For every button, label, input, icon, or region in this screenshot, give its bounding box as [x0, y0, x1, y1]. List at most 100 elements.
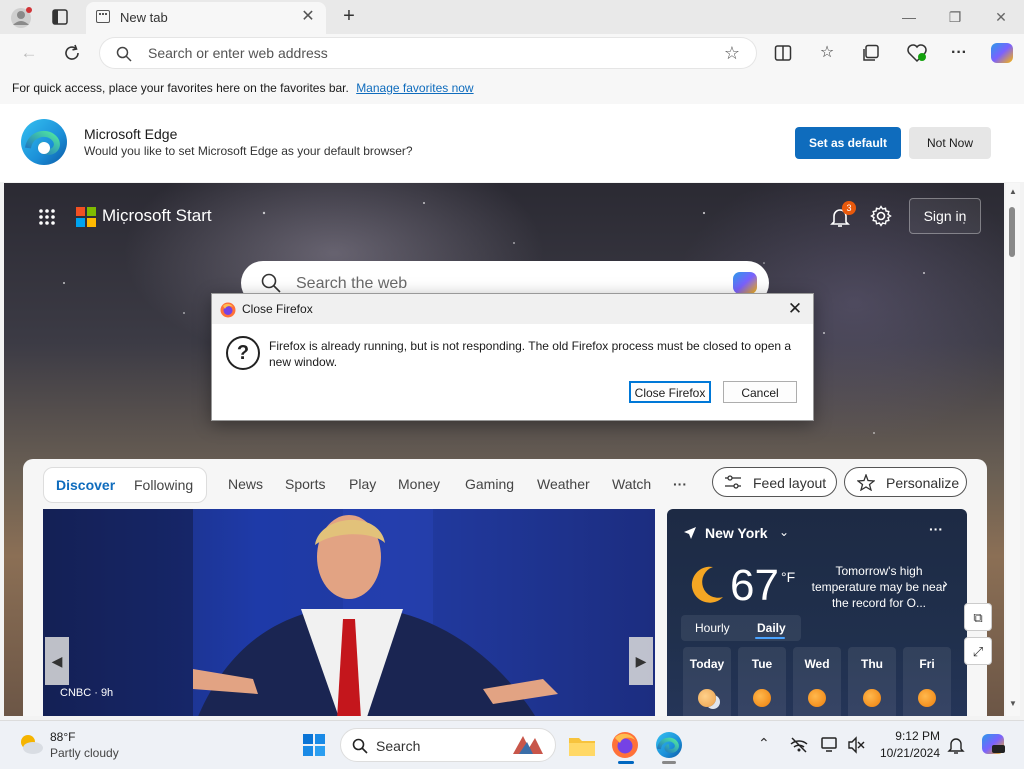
tab-new-tab[interactable]: New tab ✕	[86, 2, 326, 34]
microsoft-start-brand[interactable]: Microsoft Start	[102, 206, 212, 226]
browser-essentials-icon[interactable]	[906, 43, 928, 63]
weather-note-chevron-icon[interactable]: ›	[943, 575, 948, 591]
tab-news[interactable]: News	[228, 476, 263, 492]
firefox-running-indicator	[618, 761, 634, 764]
tab-gaming[interactable]: Gaming	[465, 476, 514, 492]
tab-money[interactable]: Money	[398, 476, 440, 492]
tab-hourly[interactable]: Hourly	[695, 621, 730, 635]
not-now-button[interactable]: Not Now	[909, 127, 991, 159]
forecast-day[interactable]: Tue	[738, 647, 786, 716]
notifications-bell-icon[interactable]	[947, 735, 965, 755]
tab-sports[interactable]: Sports	[285, 476, 325, 492]
hero-news-card[interactable]: ◀ ▶ CNBC · 9h	[43, 509, 655, 716]
show-hidden-icons-chevron-icon[interactable]: ⌃	[758, 735, 770, 752]
dialog-title: Close Firefox	[242, 302, 313, 316]
minimize-icon[interactable]: —	[886, 6, 932, 28]
dialog-close-icon[interactable]: ✕	[783, 297, 807, 321]
app-launcher-icon[interactable]	[38, 208, 56, 226]
personalize-button[interactable]: Personalize	[844, 467, 967, 497]
story-source: CNBC · 9h	[60, 687, 114, 699]
restore-icon[interactable]: ❐	[932, 6, 978, 28]
new-tab-page-icon	[96, 10, 110, 23]
tab-play[interactable]: Play	[349, 476, 376, 492]
favorite-star-icon[interactable]: ☆	[720, 41, 744, 65]
partly-cloudy-icon	[698, 689, 716, 707]
manage-favorites-link[interactable]: Manage favorites now	[356, 81, 473, 95]
news-photo	[43, 509, 558, 716]
feed-layout-label: Feed layout	[753, 475, 827, 491]
tab-discover[interactable]: Discover	[56, 477, 115, 493]
weather-card[interactable]: New York ⌄ ··· 67 °F Tomorrow's high tem…	[667, 509, 967, 716]
tab-daily[interactable]: Daily	[757, 621, 786, 635]
new-tab-plus-icon[interactable]: +	[338, 5, 360, 27]
edge-taskbar-icon[interactable]	[653, 729, 685, 761]
expand-icon[interactable]: ⤢	[964, 637, 992, 665]
back-arrow-icon[interactable]: ←	[16, 41, 42, 65]
scroll-up-arrow-icon[interactable]: ▲	[1009, 187, 1017, 196]
navigation-bar: ← Search or enter web address ☆ ☆ ···	[0, 34, 1024, 72]
forecast-day[interactable]: Thu	[848, 647, 896, 716]
next-story-arrow-icon[interactable]: ▶	[629, 637, 653, 685]
window-close-icon[interactable]: ✕	[978, 6, 1024, 28]
previous-story-arrow-icon[interactable]: ◀	[45, 637, 69, 685]
collections-icon[interactable]	[862, 44, 880, 62]
weather-city[interactable]: New York	[705, 525, 768, 541]
sign-in-button[interactable]: Sign in	[909, 198, 981, 234]
network-icon[interactable]	[789, 735, 809, 755]
taskbar-temperature: 88°F	[50, 730, 76, 744]
address-placeholder: Search or enter web address	[148, 45, 328, 61]
tab-watch[interactable]: Watch	[612, 476, 651, 492]
copilot-icon[interactable]	[989, 41, 1015, 65]
weather-temperature: 67	[730, 561, 779, 610]
notification-badge: 3	[842, 201, 856, 215]
address-bar[interactable]: Search or enter web address ☆	[100, 38, 756, 68]
tab-following[interactable]: Following	[134, 477, 193, 493]
feed-layout-button[interactable]: Feed layout	[712, 467, 837, 497]
firefox-logo-icon	[220, 302, 236, 318]
sunny-icon	[918, 689, 936, 707]
favorites-bar-message: For quick access, place your favorites h…	[12, 81, 349, 95]
profile-avatar-icon[interactable]	[10, 7, 32, 29]
cancel-button[interactable]: Cancel	[723, 381, 797, 403]
sliders-icon	[725, 475, 741, 489]
sunny-icon	[863, 689, 881, 707]
scroll-down-arrow-icon[interactable]: ▼	[1009, 699, 1017, 708]
tab-weather[interactable]: Weather	[537, 476, 590, 492]
more-options-icon[interactable]: ···	[946, 41, 972, 65]
tab-close-icon[interactable]: ✕	[298, 7, 318, 27]
sunny-icon	[753, 689, 771, 707]
split-screen-icon[interactable]	[774, 44, 792, 62]
forecast-day[interactable]: Today	[683, 647, 731, 716]
page-scrollbar[interactable]: ▲ ▼	[1006, 183, 1020, 716]
taskbar-search-box[interactable]: Search	[340, 728, 556, 762]
favorites-icon[interactable]: ☆	[814, 41, 840, 65]
close-firefox-button[interactable]: Close Firefox	[629, 381, 711, 403]
question-icon: ?	[226, 336, 260, 370]
display-icon[interactable]	[820, 735, 840, 755]
more-tabs-icon[interactable]: ···	[673, 476, 687, 492]
start-page: Microsoft Start 3 Sign in Search the web…	[4, 183, 1004, 716]
firefox-taskbar-icon[interactable]	[609, 729, 641, 761]
copilot-taskbar-icon[interactable]	[980, 732, 1006, 756]
scrollbar-thumb[interactable]	[1009, 207, 1015, 257]
forecast-day-label: Fri	[919, 657, 935, 671]
wallpaper-info-icon[interactable]: ⧉	[964, 603, 992, 631]
forecast-day[interactable]: Fri	[903, 647, 951, 716]
file-explorer-icon[interactable]	[566, 729, 598, 761]
windows-start-icon[interactable]	[298, 729, 330, 761]
volume-muted-icon[interactable]	[846, 735, 866, 755]
feed-panel: Discover Following News Sports Play Mone…	[23, 459, 987, 716]
weather-unit: °F	[781, 569, 796, 585]
refresh-icon[interactable]	[62, 43, 82, 63]
vertical-tabs-icon[interactable]	[52, 9, 68, 25]
city-dropdown-icon[interactable]: ⌄	[779, 525, 789, 539]
forecast-day[interactable]: Wed	[793, 647, 841, 716]
weather-note[interactable]: Tomorrow's high temperature may be near …	[809, 563, 949, 611]
taskbar-time: 9:12 PM	[895, 729, 940, 743]
sparkle-star-icon	[857, 474, 875, 491]
taskbar: 88°F Partly cloudy Search ⌃ 9:12 PM 10/2…	[0, 720, 1024, 769]
settings-gear-icon[interactable]	[870, 205, 892, 227]
banner-title: Microsoft Edge	[84, 126, 178, 142]
weather-more-icon[interactable]: ···	[929, 521, 943, 537]
set-as-default-button[interactable]: Set as default	[795, 127, 901, 159]
